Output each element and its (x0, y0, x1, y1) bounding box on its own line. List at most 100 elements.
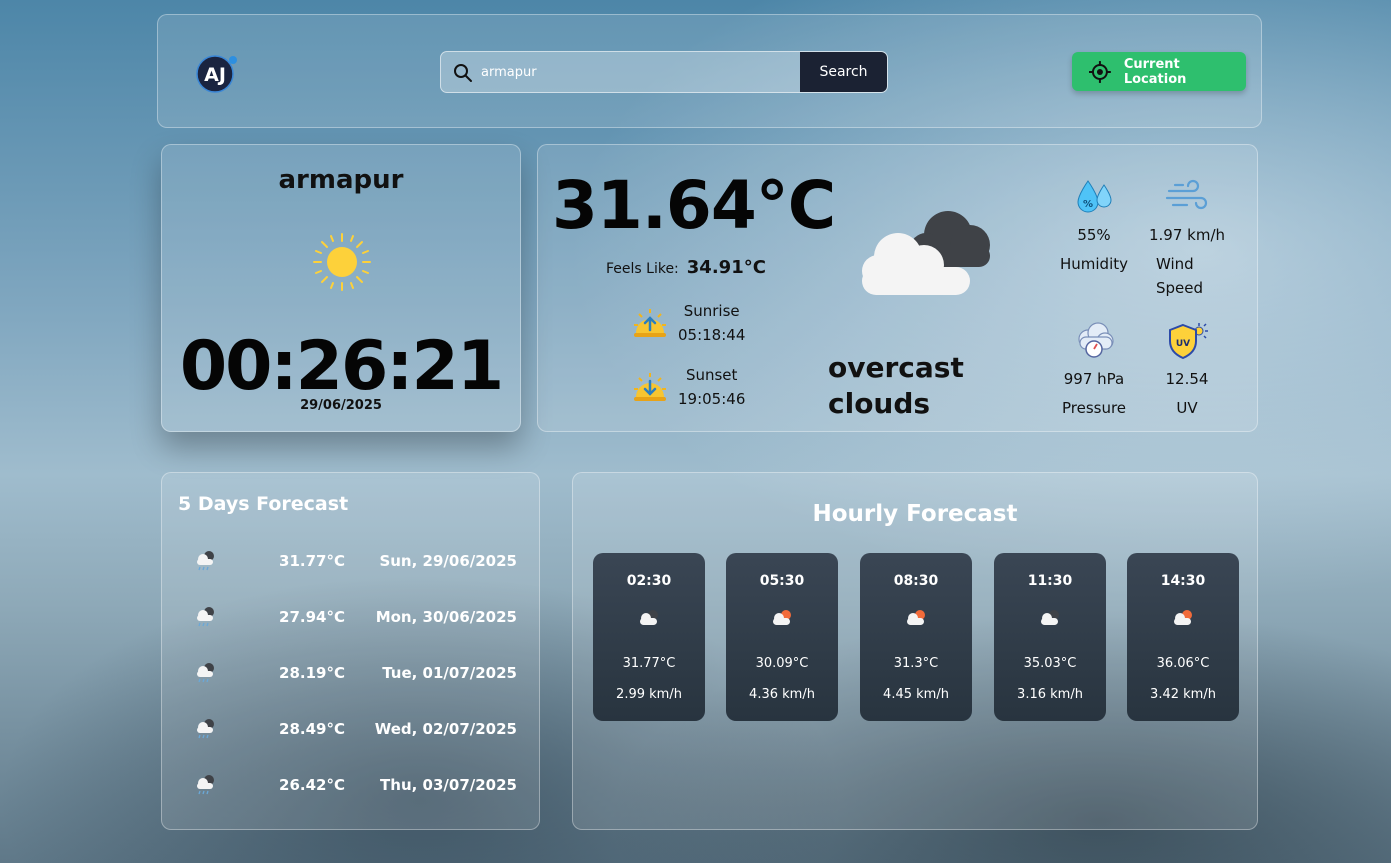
hour-temp: 31.3°C (893, 656, 939, 671)
wind-metric: 1.97 km/h Wind Speed (1142, 175, 1232, 300)
hour-temp: 30.09°C (755, 656, 809, 671)
sunset-info: Sunset 19:05:46 (630, 363, 745, 411)
search-icon (454, 64, 472, 82)
hour-temp: 35.03°C (1023, 656, 1077, 671)
hour-temp: 31.77°C (622, 656, 676, 671)
cloud-night-icon (1041, 610, 1059, 625)
hour-wind: 4.45 km/h (883, 687, 949, 702)
cloud-sun-icon (773, 610, 791, 625)
rain-cloud-icon (197, 607, 214, 627)
cloud-sun-icon (907, 610, 925, 625)
forecast-row: 28.49°C Wed, 02/07/2025 (162, 718, 541, 742)
uv-label: UV (1176, 399, 1198, 417)
pressure-metric: 997 hPa Pressure (1049, 319, 1139, 420)
hour-card: 14:30 36.06°C 3.42 km/h (1127, 553, 1239, 721)
sunset-time: 19:05:46 (678, 390, 746, 408)
current-location-button[interactable]: Current Location (1072, 52, 1246, 91)
current-location-label: Current Location (1123, 56, 1187, 87)
rain-cloud-icon (197, 775, 214, 795)
sunrise-icon (634, 309, 666, 337)
clock-date: 29/06/2025 (300, 398, 382, 413)
rain-cloud-icon (197, 663, 214, 683)
wind-label: Wind Speed (1142, 252, 1232, 300)
wind-label-line1: Wind (1156, 255, 1194, 273)
pressure-label: Pressure (1061, 399, 1127, 417)
feels-like-value: 34.91°C (686, 257, 766, 278)
sunrise-time: 05:18:44 (678, 326, 746, 344)
forecast-row: 27.94°C Mon, 30/06/2025 (162, 606, 541, 630)
forecast-temp: 28.19°C (279, 664, 345, 682)
hour-card: 05:30 30.09°C 4.36 km/h (726, 553, 838, 721)
weather-description-line2: clouds (828, 387, 931, 420)
forecast-temp: 31.77°C (279, 552, 345, 570)
forecast-row: 31.77°C Sun, 29/06/2025 (162, 550, 541, 574)
forecast-temp: 28.49°C (279, 720, 345, 738)
uv-shield-icon: UV (1169, 323, 1208, 360)
logo-icon[interactable]: AJ (195, 53, 239, 93)
sun-icon (313, 233, 371, 291)
forecast-date: Tue, 01/07/2025 (382, 664, 517, 682)
city-name: armapur (278, 165, 404, 195)
uv-metric: UV 12.54 UV (1142, 319, 1232, 420)
forecast-date: Wed, 02/07/2025 (374, 720, 517, 738)
forecast-row: 28.19°C Tue, 01/07/2025 (162, 662, 541, 686)
wind-icon (1165, 179, 1208, 210)
wind-value: 1.97 km/h (1148, 226, 1226, 244)
forecast-title: 5 Days Forecast (178, 493, 349, 515)
humidity-value: 55% (1077, 226, 1111, 244)
uv-badge-text: UV (1176, 339, 1190, 349)
sunrise-label: Sunrise (683, 302, 740, 320)
hourly-forecast-card: Hourly Forecast 02:30 31.77°C 2.99 km/h … (572, 472, 1258, 830)
sunset-label: Sunset (685, 366, 738, 384)
uv-value: 12.54 (1165, 370, 1209, 388)
cloud-sun-icon (1174, 610, 1192, 625)
weather-description-line1: overcast (828, 351, 964, 384)
rain-cloud-icon (197, 551, 214, 571)
search-bar: Search (440, 51, 888, 93)
hour-time: 05:30 (759, 573, 805, 589)
wind-label-line2: Speed (1156, 279, 1204, 297)
hour-wind: 3.16 km/h (1017, 687, 1083, 702)
five-day-forecast-card: 5 Days Forecast 31.77°C Sun, 29/06/2025 … (161, 472, 540, 830)
forecast-temp: 26.42°C (279, 776, 345, 794)
sunset-icon (634, 373, 666, 401)
hour-wind: 3.42 km/h (1150, 687, 1216, 702)
hour-time: 14:30 (1160, 573, 1206, 589)
forecast-date: Thu, 03/07/2025 (380, 776, 517, 794)
humidity-label: Humidity (1059, 255, 1128, 273)
crosshair-icon (1088, 60, 1111, 83)
city-clock-card: armapur 00:26:21 29/06/2025 (161, 144, 521, 432)
rain-cloud-icon (197, 719, 214, 739)
hour-card: 11:30 35.03°C 3.16 km/h (994, 553, 1106, 721)
feels-like-label: Feels Like: (606, 261, 679, 277)
pressure-icon (1078, 322, 1114, 358)
humidity-metric: % 55% Humidity (1049, 175, 1139, 276)
pressure-value: 997 hPa (1063, 370, 1125, 388)
hour-time: 11:30 (1027, 573, 1073, 589)
search-input[interactable] (481, 52, 799, 92)
forecast-row: 26.42°C Thu, 03/07/2025 (162, 774, 541, 798)
hour-card: 08:30 31.3°C 4.45 km/h (860, 553, 972, 721)
current-temperature: 31.64°C (552, 167, 836, 244)
weather-description: overcast clouds (828, 350, 964, 422)
svg-text:%: % (1083, 199, 1093, 210)
sunrise-info: Sunrise 05:18:44 (630, 299, 745, 347)
hour-time: 08:30 (893, 573, 939, 589)
hourly-title: Hourly Forecast (812, 501, 1018, 527)
hour-time: 02:30 (626, 573, 672, 589)
hour-temp: 36.06°C (1156, 656, 1210, 671)
overcast-clouds-icon (862, 211, 990, 295)
humidity-icon: % (1077, 180, 1112, 213)
forecast-date: Sun, 29/06/2025 (379, 552, 517, 570)
hour-card: 02:30 31.77°C 2.99 km/h (593, 553, 705, 721)
search-button[interactable]: Search (800, 52, 887, 92)
feels-like: Feels Like: 34.91°C (606, 257, 766, 278)
hour-wind: 2.99 km/h (616, 687, 682, 702)
logo-text: AJ (204, 64, 226, 86)
forecast-temp: 27.94°C (279, 608, 345, 626)
header-bar: AJ Search Current Location (157, 14, 1262, 128)
current-weather-card: 31.64°C Feels Like: 34.91°C Sunrise 05:18:… (537, 144, 1258, 432)
forecast-date: Mon, 30/06/2025 (375, 608, 517, 626)
clock-time: 00:26:21 (179, 327, 504, 406)
cloud-night-icon (640, 610, 658, 625)
